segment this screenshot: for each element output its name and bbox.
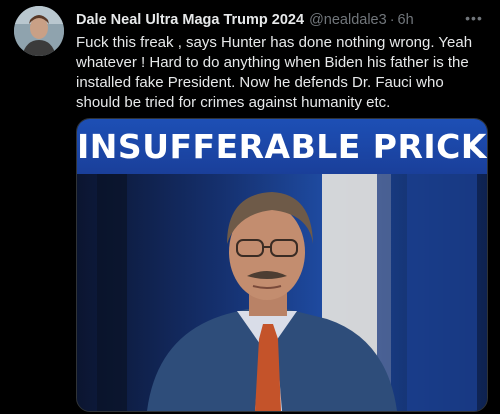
avatar[interactable] xyxy=(14,6,64,56)
author-name[interactable]: Dale Neal Ultra Maga Trump 2024 xyxy=(76,12,304,28)
tweet[interactable]: Dale Neal Ultra Maga Trump 2024 @nealdal… xyxy=(0,0,500,414)
more-options-button[interactable]: ••• xyxy=(462,8,486,28)
banner-text: INSUFFERABLE PRICK xyxy=(77,127,487,166)
separator-dot: · xyxy=(389,12,395,28)
tweet-media[interactable]: INSUFFERABLE PRICK xyxy=(76,118,488,412)
avatar-image xyxy=(14,6,64,56)
media-banner: INSUFFERABLE PRICK xyxy=(77,119,487,174)
author-handle[interactable]: @nealdale3 xyxy=(309,12,387,28)
tweet-text: Fuck this freak , says Hunter has done n… xyxy=(76,34,473,111)
media-photo xyxy=(77,174,487,411)
timestamp[interactable]: 6h xyxy=(398,12,414,28)
tweet-header: Dale Neal Ultra Maga Trump 2024 @nealdal… xyxy=(76,10,471,30)
ellipsis-icon: ••• xyxy=(465,10,483,26)
